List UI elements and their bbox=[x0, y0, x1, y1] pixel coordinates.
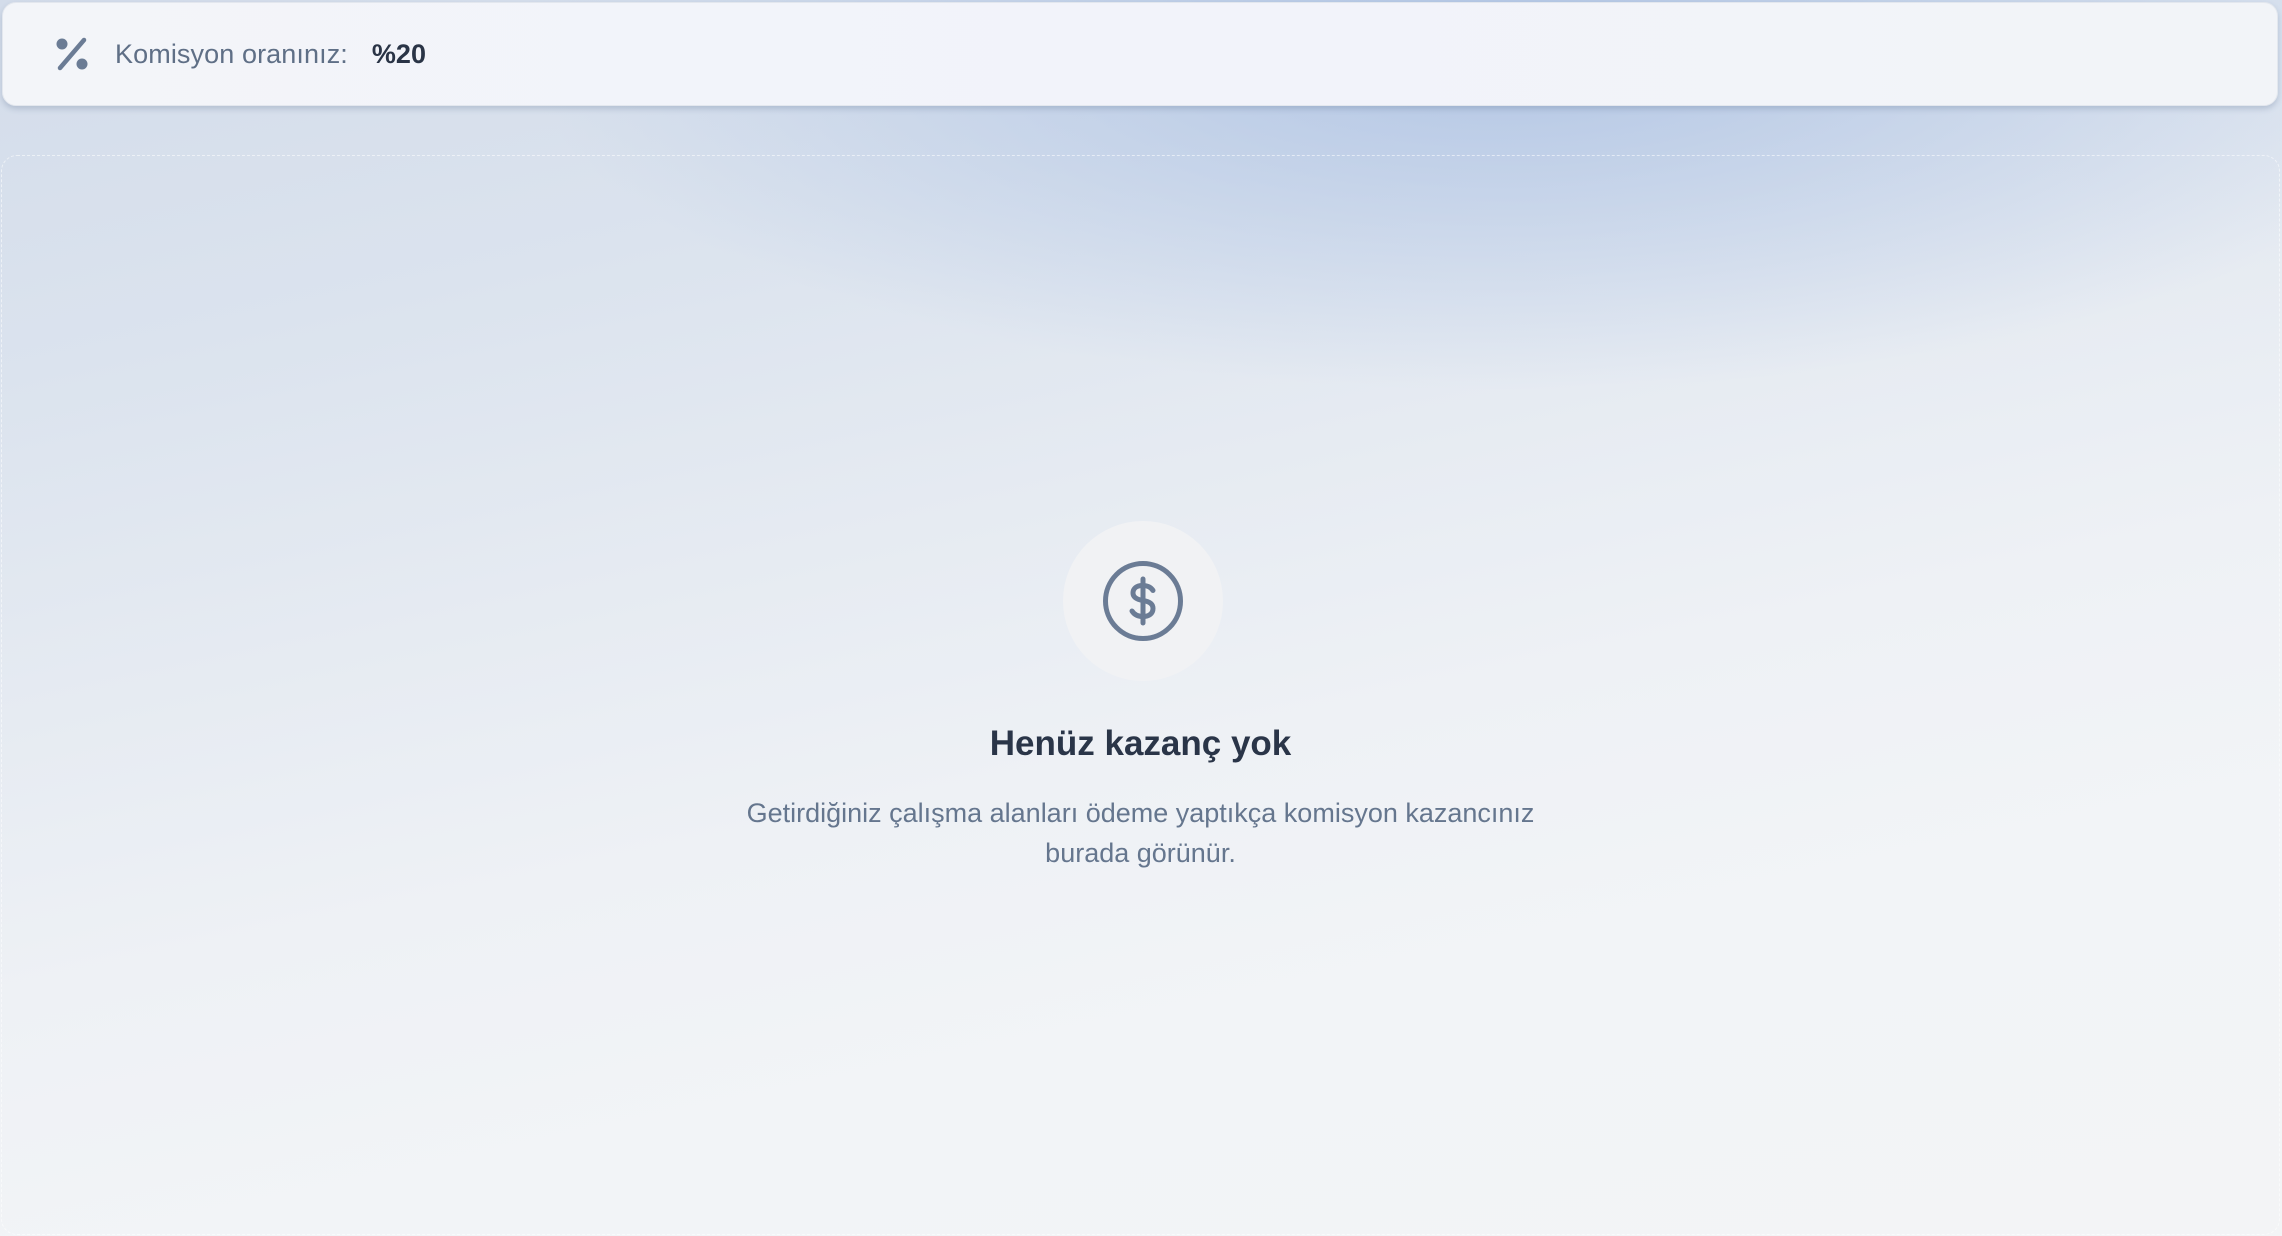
empty-state: Henüz kazanç yok Getirdiğiniz çalışma al… bbox=[2, 156, 2279, 1234]
percent-icon bbox=[55, 37, 89, 71]
empty-state-icon-badge bbox=[1063, 521, 1223, 681]
commission-rate-label: Komisyon oranınız: bbox=[115, 38, 348, 69]
empty-state-title: Henüz kazanç yok bbox=[989, 724, 1292, 763]
earnings-panel: Henüz kazanç yok Getirdiğiniz çalışma al… bbox=[1, 155, 2280, 1235]
commission-rate-bar: Komisyon oranınız: %20 bbox=[2, 2, 2278, 106]
commission-rate-value: %20 bbox=[371, 38, 426, 69]
empty-state-description: Getirdiğiniz çalışma alanları ödeme yapt… bbox=[746, 798, 1535, 868]
dollar-circle-icon bbox=[1103, 561, 1183, 641]
